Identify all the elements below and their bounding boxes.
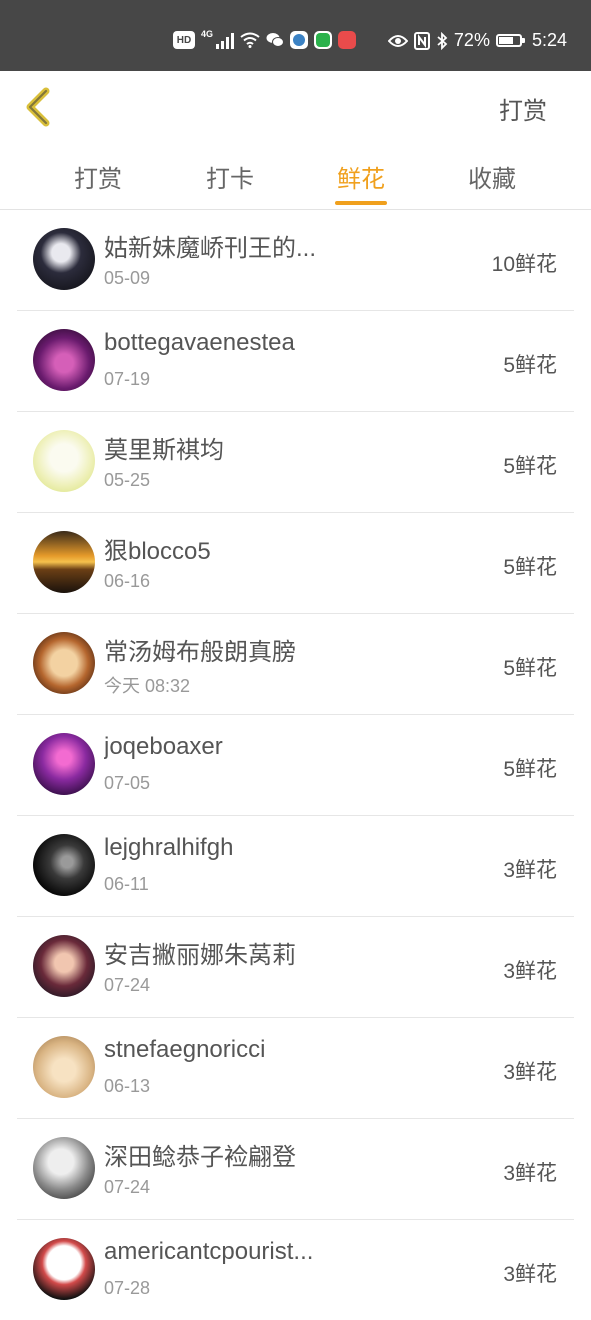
item-date: 07-19 bbox=[104, 369, 151, 389]
avatar bbox=[33, 1137, 95, 1199]
list-item[interactable]: 狠blocco5 06-16 5鲜花 bbox=[17, 513, 574, 614]
item-date: 07-05 bbox=[104, 773, 151, 793]
back-button[interactable] bbox=[22, 87, 56, 127]
user-name: joqeboaxer bbox=[104, 733, 223, 760]
user-name: 莫里斯褀均 bbox=[104, 437, 224, 464]
battery-percent: 72% bbox=[453, 30, 490, 50]
tab-bar: 打赏 打卡 鲜花 收藏 bbox=[0, 141, 591, 210]
line-app-icon bbox=[314, 31, 333, 49]
list-item[interactable]: 深田鲶恭子裣翩登 07-24 3鲜花 bbox=[17, 1119, 574, 1220]
chevron-left-icon bbox=[26, 87, 50, 127]
battery-level-fill bbox=[498, 37, 513, 44]
list-item[interactable]: 安吉撇丽娜朱莴莉 07-24 3鲜花 bbox=[17, 917, 574, 1018]
avatar bbox=[33, 935, 95, 997]
flower-amount: 5鲜花 bbox=[503, 354, 557, 377]
item-date: 06-13 bbox=[104, 1076, 151, 1096]
flower-amount: 3鲜花 bbox=[503, 1061, 557, 1084]
tab-reward[interactable]: 打赏 bbox=[58, 159, 138, 194]
user-name: americantcpourist... bbox=[104, 1238, 314, 1265]
user-name: stnefaegnoricci bbox=[104, 1036, 266, 1063]
item-date: 05-25 bbox=[104, 470, 151, 490]
user-name: 狠blocco5 bbox=[104, 538, 211, 565]
avatar bbox=[33, 1036, 95, 1098]
item-date: 07-24 bbox=[104, 975, 151, 995]
top-bar: 打赏 bbox=[0, 71, 591, 141]
eye-icon bbox=[387, 34, 408, 47]
list-item[interactable]: 莫里斯褀均 05-25 5鲜花 bbox=[17, 412, 574, 513]
list-item[interactable]: lejghralhifgh 06-11 3鲜花 bbox=[17, 816, 574, 917]
flower-amount: 5鲜花 bbox=[503, 455, 557, 478]
item-date: 07-28 bbox=[104, 1278, 151, 1298]
list-item[interactable]: stnefaegnoricci 06-13 3鲜花 bbox=[17, 1018, 574, 1119]
avatar bbox=[33, 531, 95, 593]
item-date: 07-24 bbox=[104, 1177, 151, 1197]
active-tab-indicator bbox=[335, 201, 387, 205]
signal-icon bbox=[216, 31, 235, 49]
flower-amount: 3鲜花 bbox=[503, 960, 557, 983]
tab-checkin[interactable]: 打卡 bbox=[190, 159, 270, 194]
battery-icon bbox=[495, 34, 525, 47]
status-bar: HD 4G 72% 5:24 bbox=[0, 0, 591, 71]
reward-button[interactable]: 打赏 bbox=[499, 91, 547, 126]
flower-amount: 3鲜花 bbox=[503, 1263, 557, 1286]
avatar bbox=[33, 228, 95, 290]
user-name: 姑新妹魔峤刊王的... bbox=[104, 235, 317, 262]
bluetooth-icon bbox=[437, 31, 448, 50]
wifi-icon bbox=[240, 32, 260, 48]
nfc-icon bbox=[413, 31, 430, 50]
hd-icon: HD bbox=[173, 31, 195, 49]
item-date: 05-09 bbox=[104, 268, 151, 288]
flower-amount: 5鲜花 bbox=[503, 556, 557, 579]
flower-list: 姑新妹魔峤刊王的... 05-09 10鲜花 bottegavaenestea … bbox=[0, 210, 591, 1320]
flower-amount: 3鲜花 bbox=[503, 859, 557, 882]
item-date: 今天 08:32 bbox=[104, 676, 191, 696]
avatar bbox=[33, 329, 95, 391]
user-name: 安吉撇丽娜朱莴莉 bbox=[104, 942, 296, 969]
clock: 5:24 bbox=[531, 30, 567, 50]
flower-amount: 3鲜花 bbox=[503, 1162, 557, 1185]
user-name: 常汤姆布般朗真膀 bbox=[104, 639, 296, 666]
user-name: 深田鲶恭子裣翩登 bbox=[104, 1144, 296, 1171]
item-date: 06-16 bbox=[104, 571, 151, 591]
flower-amount: 5鲜花 bbox=[503, 657, 557, 680]
user-name: lejghralhifgh bbox=[104, 834, 234, 861]
list-item[interactable]: americantcpourist... 07-28 3鲜花 bbox=[17, 1220, 574, 1320]
tab-favorites[interactable]: 收藏 bbox=[452, 159, 532, 194]
list-item[interactable]: joqeboaxer 07-05 5鲜花 bbox=[17, 715, 574, 816]
flower-amount: 5鲜花 bbox=[503, 758, 557, 781]
avatar bbox=[33, 430, 95, 492]
status-icons-left: HD 4G bbox=[173, 29, 357, 49]
mail-app-icon bbox=[338, 31, 357, 49]
network-type-label: 4G bbox=[201, 29, 214, 39]
list-item[interactable]: 姑新妹魔峤刊王的... 05-09 10鲜花 bbox=[17, 210, 574, 311]
browser-app-icon bbox=[290, 31, 309, 49]
avatar bbox=[33, 1238, 95, 1300]
avatar bbox=[33, 632, 95, 694]
flower-amount: 10鲜花 bbox=[491, 253, 557, 276]
avatar bbox=[33, 733, 95, 795]
item-date: 06-11 bbox=[104, 874, 149, 894]
tab-flowers[interactable]: 鲜花 bbox=[321, 159, 401, 194]
avatar bbox=[33, 834, 95, 896]
list-item[interactable]: 常汤姆布般朗真膀 今天 08:32 5鲜花 bbox=[17, 614, 574, 715]
user-name: bottegavaenestea bbox=[104, 329, 295, 356]
list-item[interactable]: bottegavaenestea 07-19 5鲜花 bbox=[17, 311, 574, 412]
wechat-icon bbox=[266, 33, 285, 47]
status-icons-right: 72% 5:24 bbox=[387, 30, 567, 51]
